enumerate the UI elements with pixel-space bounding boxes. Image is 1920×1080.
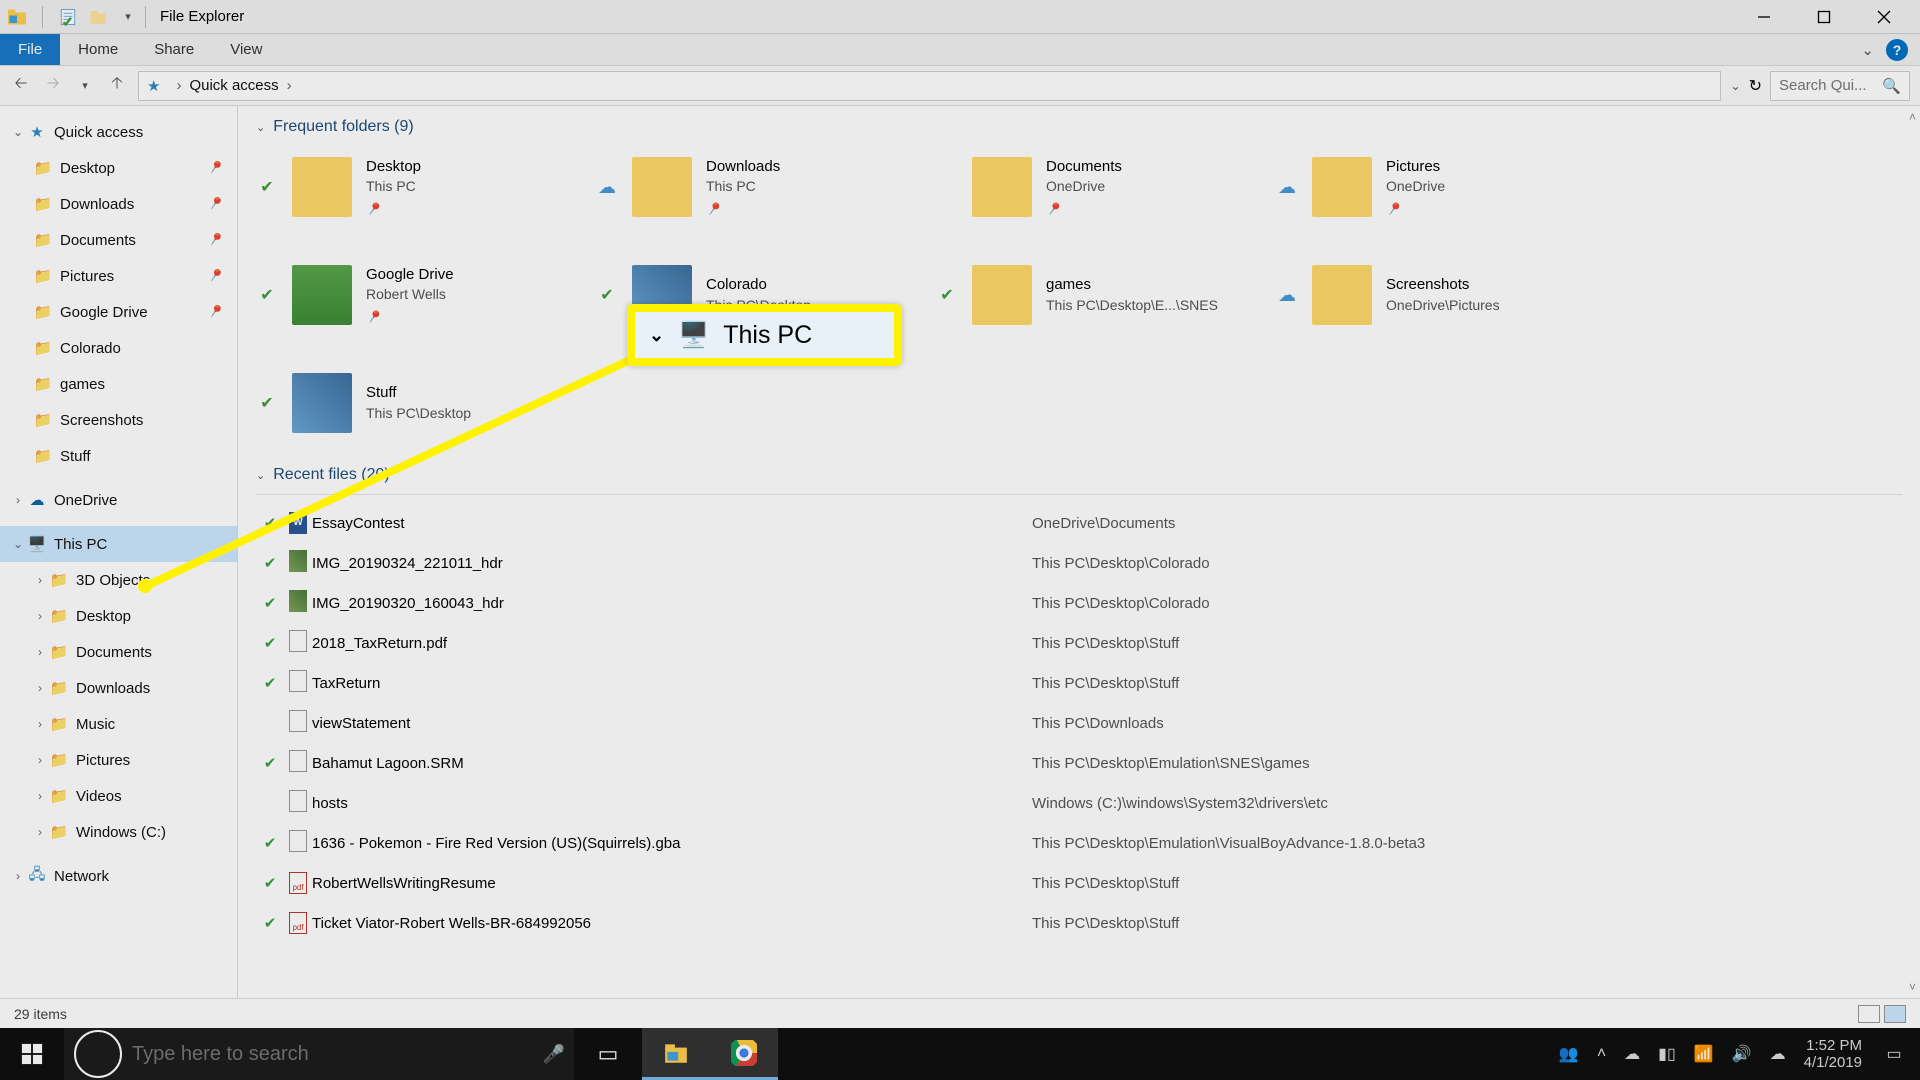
callout-anchor-dot xyxy=(138,579,152,593)
chevron-down-icon: ⌄ xyxy=(649,325,664,346)
callout-label: This PC xyxy=(723,321,812,350)
callout-this-pc: ⌄ 🖥️ This PC xyxy=(627,304,902,366)
pc-icon: 🖥️ xyxy=(678,321,709,350)
